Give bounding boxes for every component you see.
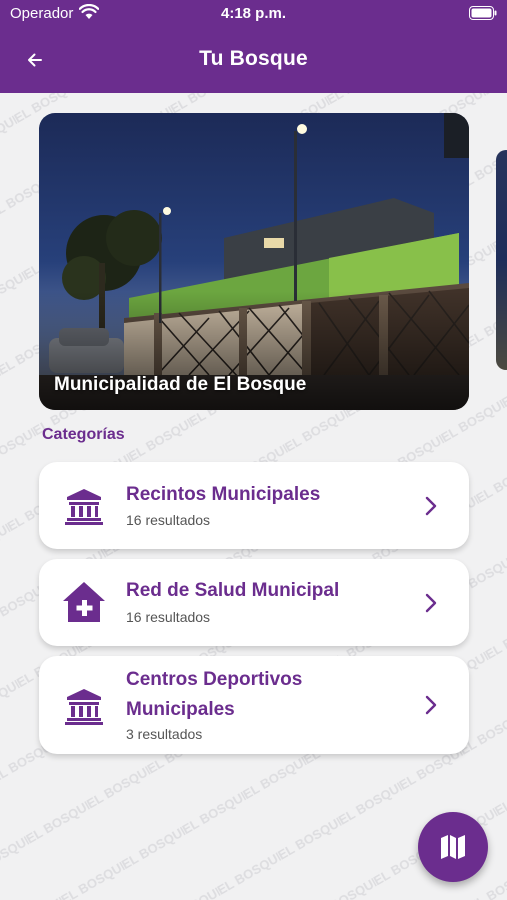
map-button[interactable] (418, 812, 488, 882)
battery-icon (469, 6, 497, 20)
next-carousel-card[interactable] (496, 150, 507, 370)
category-count: 16 resultados (126, 512, 211, 528)
categories-heading: Categorías (42, 426, 125, 443)
hero-caption: Municipalidad de El Bosque (54, 374, 307, 395)
institution-icon (65, 489, 103, 525)
institution-icon (65, 689, 103, 725)
category-card-deportivos[interactable]: Centros Deportivos Municipales 3 resulta… (39, 656, 469, 754)
clock: 4:18 p.m. (220, 5, 287, 22)
app-header: Operador 4:18 p.m. Tu Bosque (0, 0, 507, 93)
status-bar: Operador 4:18 p.m. (0, 0, 507, 28)
category-card-salud[interactable]: Red de Salud Municipal 16 resultados (39, 559, 469, 646)
category-count: 3 resultados (126, 726, 203, 742)
hero-carousel-card[interactable]: Municipalidad de El Bosque (39, 113, 469, 410)
municipality-building-photo (39, 113, 469, 410)
map-icon (441, 835, 465, 859)
chevron-right-icon (425, 593, 437, 613)
chevron-right-icon (425, 496, 437, 516)
category-title: Recintos Municipales (126, 484, 321, 505)
category-title: Red de Salud Municipal (126, 580, 340, 601)
category-card-recintos[interactable]: Recintos Municipales 16 resultados (39, 462, 469, 549)
category-count: 16 resultados (126, 609, 211, 625)
category-title: Centros Deportivos Municipales (126, 669, 303, 720)
health-house-icon (63, 582, 105, 622)
chevron-right-icon (425, 695, 437, 715)
page-title: Tu Bosque (199, 47, 308, 70)
